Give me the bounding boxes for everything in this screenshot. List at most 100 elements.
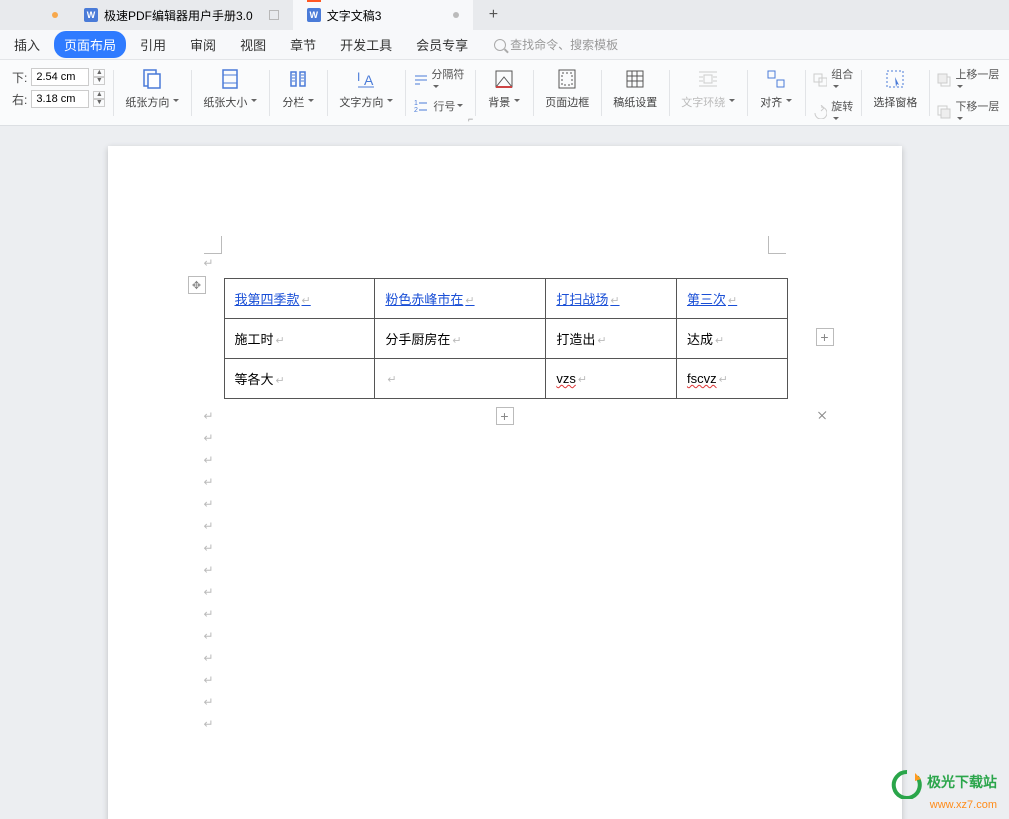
- paper-size-icon: [217, 66, 243, 92]
- watermark-url: www.xz7.com: [930, 799, 997, 811]
- menu-layout[interactable]: 页面布局: [54, 31, 126, 58]
- table-row: 施工时↵ 分手厨房在↵ 打造出↵ 达成↵: [224, 319, 787, 359]
- table-cell[interactable]: 第三次↵: [676, 279, 787, 319]
- gaozhi-button[interactable]: 稿纸设置: [609, 64, 661, 112]
- tab-label: 文字文稿3: [327, 7, 382, 24]
- orientation-button[interactable]: 纸张方向: [121, 64, 183, 112]
- background-button[interactable]: 背景: [483, 64, 525, 112]
- table-cell[interactable]: 我第四季款↵: [224, 279, 375, 319]
- page[interactable]: ✥ ↵ 我第四季款↵ 粉色赤峰市在↵ 打扫战场↵ 第三次↵ 施工时↵ 分手厨房在…: [108, 146, 902, 819]
- tab-label: 极速PDF编辑器用户手册3.0: [104, 7, 253, 24]
- paragraph-mark: ↵: [204, 717, 806, 739]
- paper-size-button[interactable]: 纸张大小: [199, 64, 261, 112]
- svg-text:1: 1: [414, 100, 418, 107]
- text-wrap-icon: [695, 66, 721, 92]
- separator-button[interactable]: 分隔符: [413, 66, 467, 94]
- line-number-button[interactable]: 12行号: [413, 98, 467, 114]
- background-icon: [491, 66, 517, 92]
- svg-text:2: 2: [414, 107, 418, 113]
- add-column-button[interactable]: +: [816, 328, 834, 346]
- menu-devtools[interactable]: 开发工具: [330, 31, 402, 58]
- page-border-button[interactable]: 页面边框: [541, 64, 593, 112]
- command-search[interactable]: 查找命令、搜索模板: [494, 36, 618, 53]
- menu-bar: 插入 页面布局 引用 审阅 视图 章节 开发工具 会员专享 查找命令、搜索模板: [0, 30, 1009, 60]
- table-cell[interactable]: 打扫战场↵: [546, 279, 677, 319]
- table-cell[interactable]: 达成↵: [676, 319, 787, 359]
- text-direction-icon: IA: [353, 66, 379, 92]
- paragraph-mark: ↵: [204, 563, 806, 585]
- text-wrap-button: 文字环绕: [677, 64, 739, 112]
- table-row: 等各大↵ ↵ vzs↵ fscvz↵: [224, 359, 787, 399]
- separator-icon: [413, 73, 427, 87]
- document-area[interactable]: ✥ ↵ 我第四季款↵ 粉色赤峰市在↵ 打扫战场↵ 第三次↵ 施工时↵ 分手厨房在…: [0, 126, 1009, 819]
- margin-bottom-label: 下:: [12, 69, 27, 86]
- table-resize-handle[interactable]: [814, 407, 830, 423]
- table-cell[interactable]: 施工时↵: [224, 319, 375, 359]
- paragraph-mark: ↵: [204, 519, 806, 541]
- tab-pdf-manual[interactable]: W 极速PDF编辑器用户手册3.0: [70, 0, 293, 30]
- search-icon: [494, 39, 506, 51]
- doc-icon: W: [84, 8, 98, 22]
- menu-vip[interactable]: 会员专享: [406, 31, 478, 58]
- paragraph-mark: ↵: [204, 607, 806, 629]
- modified-dot-icon: [453, 12, 459, 18]
- selection-pane-icon: [882, 66, 908, 92]
- margin-right-label: 右:: [12, 91, 27, 108]
- paragraph-mark: ↵: [204, 497, 806, 519]
- tabs-bar: W 极速PDF编辑器用户手册3.0 W 文字文稿3 +: [0, 0, 1009, 30]
- send-backward-button: 下移一层: [937, 98, 1001, 126]
- paragraph-mark: ↵: [204, 585, 806, 607]
- table-cell[interactable]: vzs↵: [546, 359, 677, 399]
- table-cell[interactable]: 打造出↵: [546, 319, 677, 359]
- svg-text:I: I: [357, 70, 360, 84]
- selection-pane-button[interactable]: 选择窗格: [869, 64, 921, 112]
- table-cell[interactable]: 等各大↵: [224, 359, 375, 399]
- menu-references[interactable]: 引用: [130, 31, 176, 58]
- gaozhi-icon: [622, 66, 648, 92]
- columns-button[interactable]: 分栏: [277, 64, 319, 112]
- menu-review[interactable]: 审阅: [180, 31, 226, 58]
- paragraph-mark: ↵: [204, 475, 806, 497]
- restore-icon[interactable]: [269, 10, 279, 20]
- paragraph-mark: ↵: [204, 629, 806, 651]
- bring-forward-button: 上移一层: [937, 66, 1001, 94]
- table-move-handle[interactable]: ✥: [188, 276, 206, 294]
- paragraph-mark: ↵: [204, 695, 806, 717]
- document-table[interactable]: 我第四季款↵ 粉色赤峰市在↵ 打扫战场↵ 第三次↵ 施工时↵ 分手厨房在↵ 打造…: [224, 278, 788, 399]
- menu-view[interactable]: 视图: [230, 31, 276, 58]
- unsaved-dot-icon: [52, 12, 58, 18]
- paragraph-mark: ↵: [204, 431, 806, 453]
- dialog-launcher[interactable]: ⌐: [468, 114, 473, 124]
- orientation-icon: [139, 66, 165, 92]
- add-row-button[interactable]: +: [496, 407, 514, 425]
- doc-icon: W: [307, 8, 321, 22]
- tab-text-doc3[interactable]: W 文字文稿3: [293, 0, 474, 30]
- plus-icon: +: [489, 6, 498, 24]
- margin-corner-tr: [768, 236, 786, 254]
- watermark-logo: 极光下载站 www.xz7.com: [890, 769, 997, 811]
- table-cell[interactable]: ↵: [375, 359, 546, 399]
- ribbon: 下: ▲▼ 右: ▲▼ 纸张方向 纸张大小 分栏 IA: [0, 60, 1009, 126]
- spinner[interactable]: ▲▼: [93, 69, 105, 85]
- text-direction-button[interactable]: IA 文字方向: [335, 64, 397, 112]
- svg-text:A: A: [364, 72, 374, 88]
- align-button[interactable]: 对齐: [755, 64, 797, 112]
- margin-right-input[interactable]: [31, 90, 89, 108]
- page-border-icon: [554, 66, 580, 92]
- logo-icon: [890, 769, 924, 799]
- columns-icon: [285, 66, 311, 92]
- table-cell[interactable]: 分手厨房在↵: [375, 319, 546, 359]
- margin-corner-tl: [204, 236, 222, 254]
- table-cell[interactable]: fscvz↵: [676, 359, 787, 399]
- backward-icon: [937, 105, 951, 119]
- menu-insert[interactable]: 插入: [4, 31, 50, 58]
- search-placeholder: 查找命令、搜索模板: [510, 36, 618, 53]
- menu-chapter[interactable]: 章节: [280, 31, 326, 58]
- watermark-title: 极光下载站: [927, 774, 997, 790]
- new-tab-button[interactable]: +: [479, 1, 507, 29]
- forward-icon: [937, 73, 951, 87]
- table-cell[interactable]: 粉色赤峰市在↵: [375, 279, 546, 319]
- spinner[interactable]: ▲▼: [93, 91, 105, 107]
- align-icon: [763, 66, 789, 92]
- margin-bottom-input[interactable]: [31, 68, 89, 86]
